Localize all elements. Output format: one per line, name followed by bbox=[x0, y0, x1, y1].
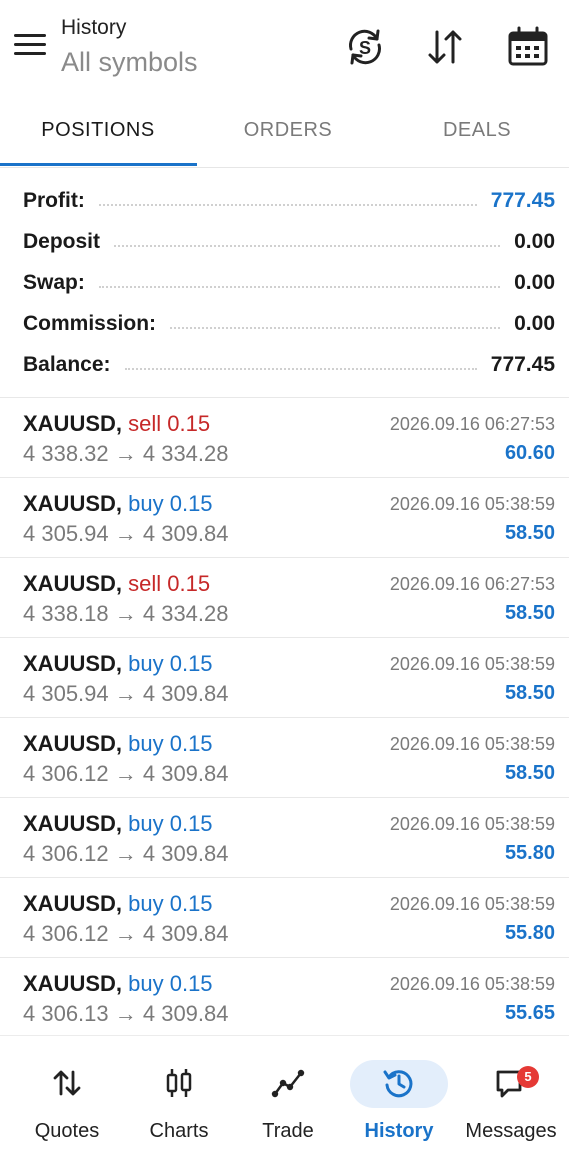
deal-symbol: XAUUSD, buy 0.15 bbox=[23, 811, 213, 836]
app-header: History All symbols S bbox=[0, 0, 569, 100]
tab-orders[interactable]: ORDERS bbox=[193, 100, 383, 166]
dotted-leader bbox=[114, 244, 501, 247]
summary-value: 0.00 bbox=[514, 311, 555, 335]
dotted-leader bbox=[124, 367, 477, 370]
deal-time: 2026.09.16 05:38:59 bbox=[389, 894, 555, 914]
nav-quotes[interactable]: Quotes bbox=[12, 1058, 122, 1148]
deal-profit: 58.50 bbox=[504, 762, 555, 784]
deal-symbol: XAUUSD, buy 0.15 bbox=[23, 651, 213, 676]
deal-prices: 4 305.94 → 4 309.84 bbox=[23, 521, 229, 546]
svg-text:S: S bbox=[359, 38, 371, 58]
deal-profit: 58.50 bbox=[504, 602, 555, 624]
dotted-leader bbox=[98, 203, 477, 206]
sort-icon[interactable] bbox=[422, 24, 468, 70]
deal-symbol: XAUUSD, sell 0.15 bbox=[23, 411, 211, 436]
deal-prices: 4 306.13 → 4 309.84 bbox=[23, 1001, 229, 1026]
list-item[interactable]: XAUUSD, buy 0.15 4 305.94 → 4 309.84 202… bbox=[0, 477, 569, 557]
deal-profit: 55.80 bbox=[504, 922, 555, 944]
deal-time: 2026.09.16 05:38:59 bbox=[389, 734, 555, 754]
nav-trade[interactable]: Trade bbox=[233, 1058, 343, 1148]
deal-time: 2026.09.16 05:38:59 bbox=[389, 654, 555, 674]
deal-time: 2026.09.16 05:38:59 bbox=[389, 814, 555, 834]
summary-label: Deposit bbox=[23, 229, 101, 253]
deal-side: buy 0.15 bbox=[128, 731, 213, 756]
calendar-icon[interactable] bbox=[505, 24, 551, 70]
deal-prices: 4 338.18 → 4 334.28 bbox=[23, 601, 229, 626]
deal-side: buy 0.15 bbox=[128, 971, 213, 996]
deal-side: buy 0.15 bbox=[128, 891, 213, 916]
tab-deals[interactable]: DEALS bbox=[382, 100, 569, 166]
summary-row-profit: Profit: 777.45 bbox=[0, 180, 569, 221]
summary-value: 777.45 bbox=[490, 352, 555, 376]
deal-prices: 4 306.12 → 4 309.84 bbox=[23, 841, 229, 866]
positions-list: XAUUSD, sell 0.15 4 338.32 → 4 334.28 20… bbox=[0, 397, 569, 1037]
active-tab-indicator bbox=[0, 163, 197, 166]
deal-time: 2026.09.16 05:38:59 bbox=[389, 974, 555, 994]
list-item[interactable]: XAUUSD, buy 0.15 4 306.13 → 4 309.84 202… bbox=[0, 957, 569, 1037]
summary-label: Profit: bbox=[23, 188, 85, 212]
list-item[interactable]: XAUUSD, buy 0.15 4 306.12 → 4 309.84 202… bbox=[0, 877, 569, 957]
deal-prices: 4 306.12 → 4 309.84 bbox=[23, 921, 229, 946]
deal-profit: 58.50 bbox=[504, 522, 555, 544]
nav-label: Charts bbox=[149, 1120, 209, 1142]
history-clock-icon bbox=[382, 1066, 416, 1100]
deal-profit: 58.50 bbox=[504, 682, 555, 704]
unread-badge: 5 bbox=[517, 1066, 539, 1088]
deal-side: sell 0.15 bbox=[128, 411, 211, 436]
dotted-leader bbox=[170, 326, 501, 329]
tab-positions[interactable]: POSITIONS bbox=[3, 100, 193, 166]
dotted-leader bbox=[98, 285, 501, 288]
sync-currency-icon[interactable]: S bbox=[342, 24, 388, 70]
deal-time: 2026.09.16 06:27:53 bbox=[389, 574, 555, 594]
deal-side: sell 0.15 bbox=[128, 571, 211, 596]
summary-row-swap: Swap: 0.00 bbox=[0, 262, 569, 303]
deal-prices: 4 306.12 → 4 309.84 bbox=[23, 761, 229, 786]
summary-value: 0.00 bbox=[514, 229, 555, 253]
nav-history[interactable]: History bbox=[344, 1058, 454, 1148]
nav-label: Quotes bbox=[34, 1120, 100, 1142]
summary-panel: Profit: 777.45 Deposit 0.00 Swap: 0.00 C… bbox=[0, 180, 569, 385]
nav-messages[interactable]: 5 Messages bbox=[456, 1058, 566, 1148]
summary-value: 0.00 bbox=[514, 270, 555, 294]
hamburger-menu-icon[interactable] bbox=[14, 34, 48, 60]
nav-charts[interactable]: Charts bbox=[124, 1058, 234, 1148]
deal-symbol: XAUUSD, buy 0.15 bbox=[23, 971, 213, 996]
list-item[interactable]: XAUUSD, sell 0.15 4 338.32 → 4 334.28 20… bbox=[0, 397, 569, 477]
summary-label: Swap: bbox=[23, 270, 85, 294]
deal-profit: 55.65 bbox=[504, 1002, 555, 1024]
symbol-filter[interactable]: All symbols bbox=[61, 47, 198, 78]
bottom-navigation: Quotes Charts Trade History 5 Messages bbox=[0, 1035, 569, 1167]
deal-prices: 4 338.32 → 4 334.28 bbox=[23, 441, 229, 466]
nav-label: History bbox=[364, 1120, 434, 1142]
summary-row-deposit: Deposit 0.00 bbox=[0, 221, 569, 262]
summary-row-balance: Balance: 777.45 bbox=[0, 344, 569, 385]
summary-label: Commission: bbox=[23, 311, 157, 335]
candlestick-icon bbox=[162, 1066, 196, 1100]
list-item[interactable]: XAUUSD, sell 0.15 4 338.18 → 4 334.28 20… bbox=[0, 557, 569, 637]
tab-bar: POSITIONS ORDERS DEALS bbox=[0, 100, 569, 168]
summary-label: Balance: bbox=[23, 352, 111, 376]
trend-line-icon bbox=[271, 1066, 305, 1100]
deal-time: 2026.09.16 06:27:53 bbox=[389, 414, 555, 434]
deal-time: 2026.09.16 05:38:59 bbox=[389, 494, 555, 514]
summary-row-commission: Commission: 0.00 bbox=[0, 303, 569, 344]
quotes-arrows-icon bbox=[50, 1066, 84, 1100]
deal-profit: 55.80 bbox=[504, 842, 555, 864]
nav-label: Messages bbox=[465, 1120, 557, 1142]
deal-prices: 4 305.94 → 4 309.84 bbox=[23, 681, 229, 706]
deal-symbol: XAUUSD, buy 0.15 bbox=[23, 891, 213, 916]
nav-label: Trade bbox=[262, 1120, 314, 1142]
deal-symbol: XAUUSD, buy 0.15 bbox=[23, 491, 213, 516]
page-title: History bbox=[61, 16, 127, 39]
deal-symbol: XAUUSD, sell 0.15 bbox=[23, 571, 211, 596]
deal-side: buy 0.15 bbox=[128, 491, 213, 516]
deal-profit: 60.60 bbox=[504, 442, 555, 464]
list-item[interactable]: XAUUSD, buy 0.15 4 306.12 → 4 309.84 202… bbox=[0, 717, 569, 797]
deal-side: buy 0.15 bbox=[128, 651, 213, 676]
deal-side: buy 0.15 bbox=[128, 811, 213, 836]
list-item[interactable]: XAUUSD, buy 0.15 4 305.94 → 4 309.84 202… bbox=[0, 637, 569, 717]
deal-symbol: XAUUSD, buy 0.15 bbox=[23, 731, 213, 756]
list-item[interactable]: XAUUSD, buy 0.15 4 306.12 → 4 309.84 202… bbox=[0, 797, 569, 877]
summary-value: 777.45 bbox=[490, 188, 555, 212]
